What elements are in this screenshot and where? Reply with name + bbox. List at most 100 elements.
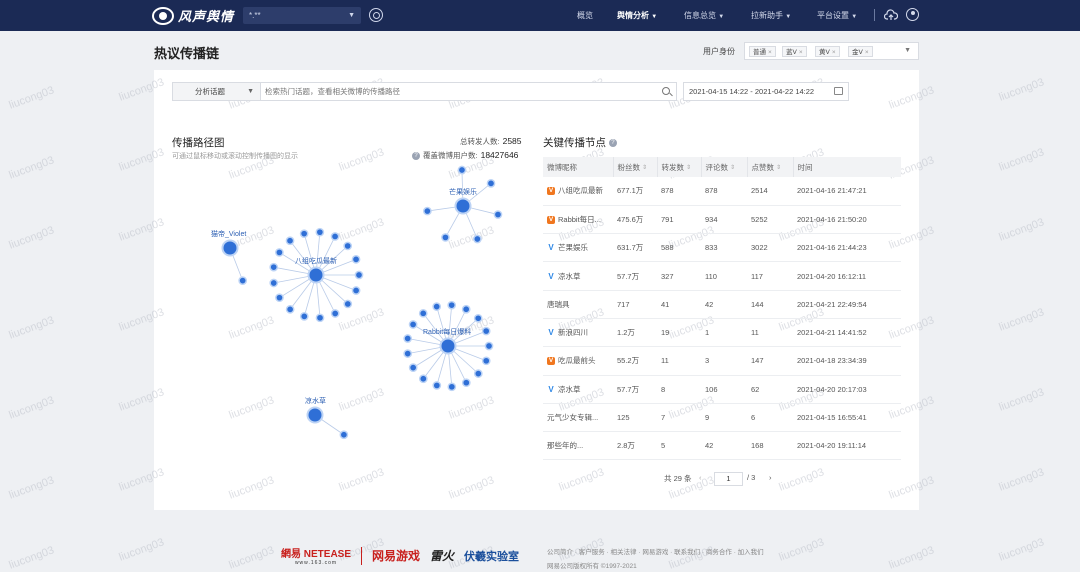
close-icon[interactable]: × [768,49,772,56]
col-likes[interactable]: 点赞数 ⇕ [747,157,794,177]
graph-leaf-node[interactable] [285,236,295,246]
cloud-upload-icon[interactable] [884,9,898,21]
graph-leaf-node[interactable] [481,326,491,336]
user-avatar-icon[interactable] [906,8,919,21]
graph-leaf-node[interactable] [351,254,361,264]
graph-leaf-node[interactable] [486,179,496,188]
search-icon[interactable] [662,87,670,95]
close-icon[interactable]: × [865,49,869,56]
graph-cluster[interactable]: 芒果娱乐 [423,165,503,244]
graph-leaf-node[interactable] [441,233,450,242]
graph-leaf-node[interactable] [403,349,413,358]
graph-leaf-node[interactable] [275,248,284,257]
question-icon[interactable]: ? [608,139,617,148]
tag-gold-v[interactable]: 金V × [848,46,873,57]
search-type-select[interactable]: 分析话题 ▼ [173,83,261,100]
nav-info-overview[interactable]: 信息总览 ▼ [684,10,724,21]
close-icon[interactable]: × [799,49,803,56]
graph-hub-node[interactable] [439,337,457,355]
graph-hub-node[interactable] [306,406,324,424]
sort-icon[interactable]: ⇕ [730,164,735,171]
table-row[interactable]: V 凉水草 57.7万 327 110 117 2021-04-20 16:12:11 [543,261,901,291]
graph-leaf-node[interactable] [481,356,491,366]
chevron-down-icon[interactable]: ▼ [904,47,911,54]
graph-leaf-node[interactable] [493,210,503,219]
graph-leaf-node[interactable] [285,304,295,314]
page-number-input[interactable]: 1 [714,472,743,486]
graph-leaf-node[interactable] [269,262,279,272]
graph-leaf-node[interactable] [408,320,418,329]
graph-leaf-node[interactable] [315,313,325,323]
graph-leaf-node[interactable] [238,276,248,285]
graph-cluster[interactable]: 八组吃瓜最新 [269,227,364,323]
topic-search-input[interactable] [265,83,655,100]
graph-leaf-node[interactable] [447,300,457,310]
table-row[interactable]: V 芒果娱乐 631.7万 588 833 3022 2021-04-16 21:44:23 [543,233,901,263]
graph-leaf-node[interactable] [330,232,340,241]
graph-leaf-node[interactable] [354,270,364,280]
graph-cluster[interactable]: 凉水草 [305,396,349,440]
graph-leaf-node[interactable] [339,430,349,440]
graph-leaf-node[interactable] [461,378,471,388]
graph-leaf-node[interactable] [423,206,432,216]
graph-leaf-node[interactable] [343,299,353,309]
col-fans[interactable]: 粉丝数 ⇕ [613,157,658,177]
sort-icon[interactable]: ⇕ [686,164,691,171]
user-identity-select[interactable]: 普通 × 蓝V × 黄V × 金V × ▼ [744,42,919,60]
question-icon[interactable]: ? [412,152,420,161]
graph-leaf-node[interactable] [269,278,279,288]
col-comments[interactable]: 评论数 ⇕ [701,157,748,177]
project-select[interactable]: *.** ▼ [243,7,361,24]
graph-leaf-node[interactable] [418,374,428,384]
graph-leaf-node[interactable] [473,369,483,378]
table-row[interactable]: V 吃瓜最前头 55.2万 11 3 147 2021-04-18 23:34:39 [543,346,901,376]
footer-links[interactable]: 公司简介 · 客户服务 · 相关法律 · 网易游戏 · 联系我们 · 商务合作 … [547,546,764,556]
graph-leaf-node[interactable] [408,363,418,372]
tag-blue-v[interactable]: 蓝V × [782,46,807,57]
graph-leaf-node[interactable] [457,165,467,175]
nav-sentiment-analysis[interactable]: 舆情分析 ▼ [617,10,657,21]
graph-leaf-node[interactable] [473,234,482,244]
sort-icon[interactable]: ⇕ [642,164,647,171]
app-logo[interactable]: 风声舆情 [152,6,234,25]
graph-hub-node[interactable] [307,266,325,284]
table-row[interactable]: 唐瑞具 717 41 42 144 2021-04-21 22:49:54 [543,290,901,319]
graph-leaf-node[interactable] [299,229,309,239]
graph-leaf-node[interactable] [403,334,413,343]
graph-leaf-node[interactable] [275,293,284,303]
graph-leaf-node[interactable] [447,382,457,392]
graph-cluster[interactable]: Rabbit每日爆料 [403,300,494,392]
graph-leaf-node[interactable] [418,308,428,318]
table-row[interactable]: V Rabbit每日... 475.6万 791 934 5252 2021-04-16 2… [543,205,901,235]
next-page-icon[interactable]: › [769,473,772,482]
propagation-graph[interactable]: 芒果娱乐猫帝_Violet 八组吃瓜最新 Rabbit每日爆料凉水草 [172,165,532,440]
graph-leaf-node[interactable] [299,312,309,321]
graph-leaf-node[interactable] [351,286,361,295]
tag-yellow-v[interactable]: 黄V × [815,46,840,57]
date-range-picker[interactable]: 2021-04-15 14:22 - 2021-04-22 14:22 [683,82,849,101]
table-row[interactable]: V 凉水草 57.7万 8 106 62 2021-04-20 20:17:03 [543,375,901,404]
table-row[interactable]: 那些年的... 2.8万 5 42 168 2021-04-20 19:11:14 [543,431,901,461]
graph-cluster[interactable]: 猫帝_Violet [211,229,248,285]
nav-overview[interactable]: 概览 [577,10,593,21]
graph-leaf-node[interactable] [432,381,442,390]
tag-normal[interactable]: 普通 × [749,46,776,57]
gear-icon[interactable] [369,8,383,22]
graph-leaf-node[interactable] [484,341,494,351]
graph-leaf-node[interactable] [343,241,353,251]
table-row[interactable]: 元气少女专辑... 125 7 9 6 2021-04-15 16:55:41 [543,403,901,433]
graph-leaf-node[interactable] [473,313,483,323]
graph-leaf-node[interactable] [432,302,442,311]
graph-leaf-node[interactable] [330,309,340,318]
graph-hub-node[interactable] [454,197,472,215]
table-row[interactable]: V 八组吃瓜最新 677.1万 878 878 2514 2021-04-16 21:47:… [543,177,901,206]
graph-hub-node[interactable] [221,239,239,257]
nav-growth-assistant[interactable]: 拉新助手 ▼ [751,10,791,21]
prev-page-icon[interactable]: ‹ [699,473,702,482]
graph-leaf-node[interactable] [315,227,325,237]
table-row[interactable]: V 新浪四川 1.2万 19 1 11 2021-04-21 14:41:52 [543,318,901,348]
sort-icon[interactable]: ⇕ [776,164,781,171]
close-icon[interactable]: × [832,49,836,56]
nav-platform-settings[interactable]: 平台设置 ▼ [817,10,857,21]
col-reposts[interactable]: 转发数 ⇕ [657,157,702,177]
